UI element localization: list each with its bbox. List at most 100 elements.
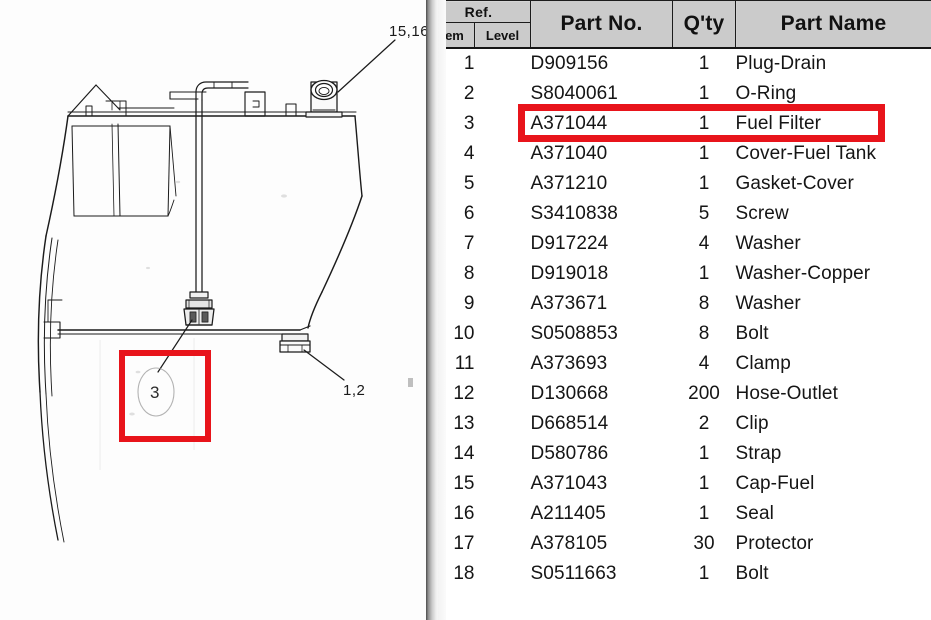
cell-qty: 1 [698, 83, 710, 104]
cell-qty: 1 [698, 173, 710, 194]
cell-qty: 1 [698, 473, 710, 494]
cell-part-no: A378105 [530, 533, 608, 554]
callout-3-label: 3 [150, 383, 159, 402]
callout-1-2-label: 1,2 [343, 382, 365, 399]
cell-level [475, 289, 531, 319]
header-qty: Q'ty [672, 0, 736, 49]
cell-part-name: Protector [735, 533, 814, 554]
table-row[interactable]: 5 A371210 1 Gasket-Cover [427, 169, 931, 199]
cell-level [475, 529, 531, 559]
cell-level [475, 229, 531, 259]
parts-table: Ref. Part No. Q'ty Part Name Item Level … [426, 0, 931, 620]
cell-level [475, 469, 531, 499]
cell-part-name: O-Ring [735, 83, 797, 104]
cell-part-no: S3410838 [530, 203, 618, 224]
cell-level [475, 439, 531, 469]
cell-part-no: A371043 [530, 473, 608, 494]
cell-part-no: A211405 [530, 503, 606, 524]
cell-part-name: Strap [735, 443, 782, 464]
leader-line-1-2 [303, 349, 345, 381]
cell-qty: 8 [698, 293, 710, 314]
table-row[interactable]: 6 S3410838 5 Screw [427, 199, 931, 229]
cell-part-no: S8040061 [530, 83, 618, 104]
cell-part-no: A371210 [530, 173, 608, 194]
table-row[interactable]: 3 A371044 1 Fuel Filter [427, 109, 931, 139]
cell-qty: 2 [698, 413, 710, 434]
cell-qty: 1 [672, 47, 736, 79]
table-row[interactable]: 12 D130668 200 Hose-Outlet [427, 379, 931, 409]
table-row[interactable]: 11 A373693 4 Clamp [427, 349, 931, 379]
table-row[interactable]: 16 A211405 1 Seal [427, 499, 931, 529]
header-part-name: Part Name [735, 0, 931, 49]
table-row[interactable]: 18 S0511663 1 Bolt [427, 559, 931, 589]
table-row[interactable]: 2 S8040061 1 O-Ring [427, 79, 931, 109]
parts-table-header: Ref. Part No. Q'ty Part Name Item Level [426, 0, 931, 49]
cell-level [474, 47, 531, 79]
parts-table-body: 1 D909156 1 Plug-Drain 2 S8040061 1 O-Ring 3 A371… [426, 47, 931, 620]
cell-part-name: Washer [735, 293, 801, 314]
cell-empty [736, 589, 931, 619]
cell-part-no: D130668 [530, 383, 609, 404]
cell-part-no: S0511663 [530, 563, 617, 584]
cell-level [475, 319, 531, 349]
cell-part-name: Bolt [735, 323, 769, 344]
table-row[interactable]: 1 D909156 1 Plug-Drain [426, 47, 931, 79]
cell-level [475, 169, 531, 199]
cell-level [475, 259, 531, 289]
table-row[interactable]: 15 A371043 1 Cap-Fuel [427, 469, 931, 499]
parts-list-table-pane: Ref. Part No. Q'ty Part Name Item Level … [426, 0, 931, 620]
table-row[interactable]: 4 A371040 1 Cover-Fuel Tank [427, 139, 931, 169]
table-row[interactable]: 17 A378105 30 Protector [427, 529, 931, 559]
cell-level [475, 559, 531, 589]
cell-qty: 1 [698, 503, 710, 524]
cell-qty: 1 [698, 143, 710, 164]
cell-level [475, 349, 531, 379]
table-row[interactable]: 13 D668514 2 Clip [427, 409, 931, 439]
cell-part-name: Washer-Copper [735, 263, 871, 284]
cell-part-name: Bolt [735, 563, 769, 584]
cell-qty: 1 [698, 443, 710, 464]
callout-15-16-label: 15,16 [389, 23, 426, 40]
cell-part-no: D580786 [530, 443, 609, 464]
cell-part-no: S0508853 [530, 323, 618, 344]
cell-level [475, 379, 531, 409]
cell-part-name: Gasket-Cover [735, 173, 854, 194]
table-row[interactable]: 8 D919018 1 Washer-Copper [427, 259, 931, 289]
cell-level [475, 499, 531, 529]
cell-level [475, 409, 531, 439]
fuel-tank-line-art: 15,16 1,2 3 [37, 23, 426, 543]
cell-part-name: Screw [735, 203, 789, 224]
cell-part-no: D668514 [530, 413, 609, 434]
scan-edge-artifact-soft [438, 0, 446, 620]
header-level: Level [474, 22, 531, 49]
cell-empty [475, 589, 531, 619]
parts-catalog-page: 15,16 1,2 3 Ref. Part No. Q'ty Part Name… [0, 0, 931, 620]
table-row[interactable]: 10 S0508853 8 Bolt [427, 319, 931, 349]
table-row[interactable]: 7 D917224 4 Washer [427, 229, 931, 259]
cell-qty: 5 [698, 203, 710, 224]
cell-part-no: A371044 [530, 113, 608, 134]
cell-part-name: Seal [735, 503, 774, 524]
cell-qty: 1 [698, 113, 710, 134]
cell-qty: 1 [698, 563, 710, 584]
scan-edge-artifact [426, 0, 438, 620]
cell-part-no: D909156 [530, 47, 673, 79]
cell-level [475, 79, 531, 109]
cell-part-name: Plug-Drain [735, 47, 931, 79]
table-row[interactable]: 14 D580786 1 Strap [427, 439, 931, 469]
cell-part-no: A373693 [530, 353, 608, 374]
table-row-empty [427, 589, 931, 619]
cell-part-name: Clip [735, 413, 769, 434]
cell-part-name: Cover-Fuel Tank [735, 143, 877, 164]
header-part-no: Part No. [530, 0, 673, 49]
leader-line-3 [157, 319, 193, 373]
table-row[interactable]: 9 A373671 8 Washer [427, 289, 931, 319]
cell-level [475, 139, 531, 169]
cell-level [475, 109, 531, 139]
cell-qty: 200 [688, 383, 720, 404]
cell-level [475, 199, 531, 229]
cell-qty: 8 [698, 323, 710, 344]
leader-line-15-16 [337, 39, 396, 93]
cell-part-no: A373671 [530, 293, 608, 314]
cell-part-name: Clamp [735, 353, 791, 374]
